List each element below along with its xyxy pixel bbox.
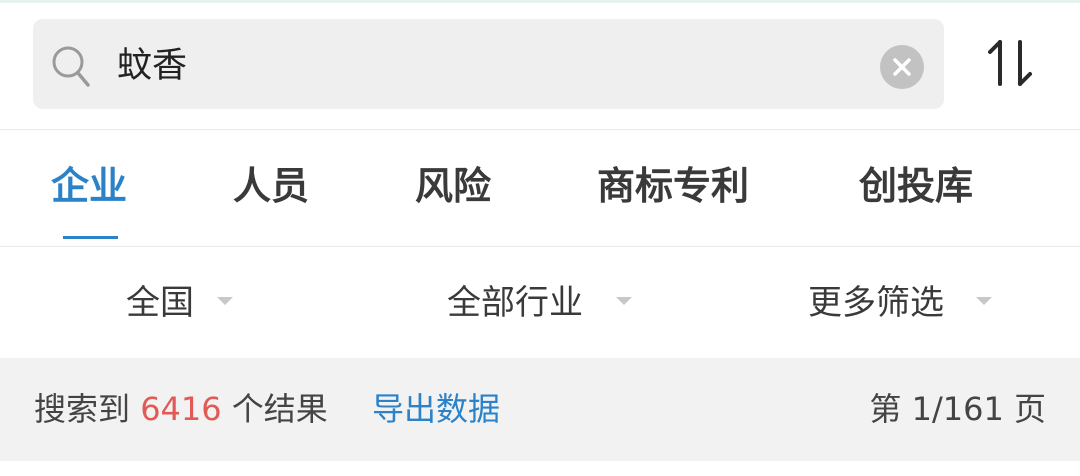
search-icon [50, 44, 90, 88]
tab-venture-library[interactable]: 创投库 [859, 162, 973, 210]
divider [0, 129, 1080, 130]
clear-icon[interactable] [880, 45, 924, 89]
top-accent-line [0, 0, 1080, 3]
filter-region[interactable]: 全国 [126, 281, 194, 325]
search-results-page: 蚊香 企业 人员 风险 商标专利 创投库 全国 全部行业 更多筛选 搜索到 64… [0, 0, 1080, 476]
active-tab-indicator [63, 236, 118, 239]
export-data-link[interactable]: 导出数据 [372, 387, 500, 431]
chevron-down-icon [616, 297, 632, 305]
tab-risk[interactable]: 风险 [415, 162, 491, 210]
result-prefix: 搜索到 [34, 390, 131, 428]
chevron-down-icon [976, 297, 992, 305]
filter-more[interactable]: 更多筛选 [808, 281, 944, 325]
result-count-text: 搜索到 6416 个结果 [34, 387, 328, 431]
tab-people[interactable]: 人员 [233, 162, 309, 210]
search-input[interactable]: 蚊香 [117, 44, 187, 88]
result-count: 6416 [140, 390, 222, 428]
divider [0, 246, 1080, 247]
tab-enterprise[interactable]: 企业 [51, 162, 127, 210]
sort-icon[interactable] [986, 38, 1036, 88]
filter-industry[interactable]: 全部行业 [447, 281, 583, 325]
result-suffix: 个结果 [231, 390, 328, 428]
page-indicator: 第 1/161 页 [869, 390, 1046, 428]
tab-trademark-patent[interactable]: 商标专利 [597, 162, 749, 210]
chevron-down-icon [217, 297, 233, 305]
